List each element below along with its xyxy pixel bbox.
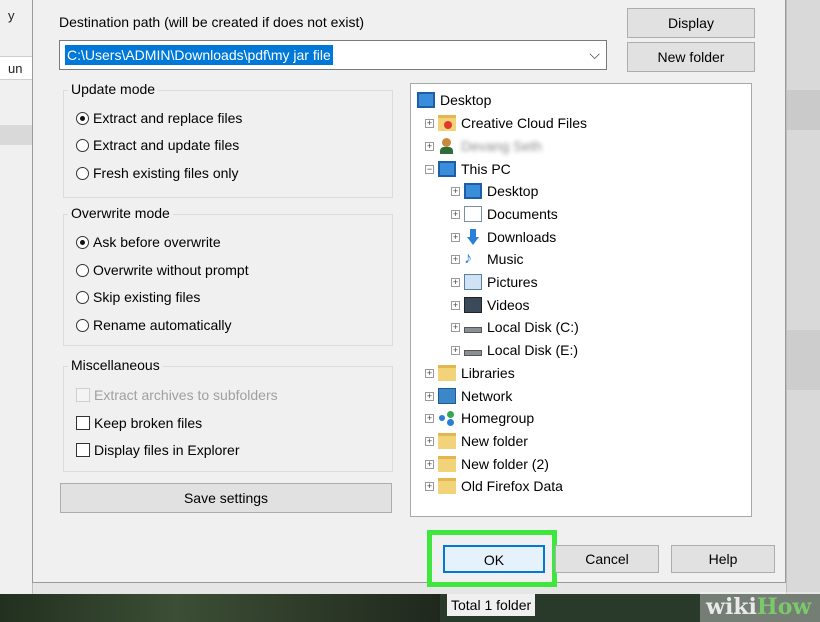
destination-path-value[interactable]: C:\Users\ADMIN\Downloads\pdf\my jar file <box>65 45 333 65</box>
disk-icon <box>464 342 482 358</box>
status-bar-text: Total 1 folder <box>447 594 536 616</box>
tree-item-local-disk-e[interactable]: + Local Disk (E:) <box>451 340 578 360</box>
tree-item-new-folder[interactable]: + New folder <box>425 431 528 451</box>
tree-item-network[interactable]: + Network <box>425 386 512 406</box>
folder-icon <box>438 456 456 472</box>
background-row <box>0 125 32 145</box>
creative-cloud-icon <box>438 115 456 131</box>
desktop-icon <box>417 92 435 108</box>
destination-path-combobox[interactable]: C:\Users\ADMIN\Downloads\pdf\my jar file… <box>59 40 607 70</box>
network-icon <box>438 388 456 404</box>
folder-icon <box>438 433 456 449</box>
save-settings-button[interactable]: Save settings <box>60 483 392 513</box>
desktop-icon <box>464 183 482 199</box>
tree-item-desktop[interactable]: Desktop <box>417 90 491 110</box>
display-button[interactable]: Display <box>627 8 755 38</box>
tree-item-videos[interactable]: + Videos <box>451 295 530 315</box>
new-folder-button[interactable]: New folder <box>627 42 755 72</box>
chevron-down-icon[interactable]: ⌵ <box>589 46 600 63</box>
expand-icon[interactable]: + <box>425 118 434 128</box>
radio-skip-existing[interactable]: Skip existing files <box>76 289 200 305</box>
downloads-icon <box>464 229 482 245</box>
collapse-icon[interactable]: − <box>425 164 434 174</box>
tree-item-homegroup[interactable]: + Homegroup <box>425 408 534 428</box>
documents-icon <box>464 206 482 222</box>
tree-item-pc-desktop[interactable]: + Desktop <box>451 181 538 201</box>
expand-icon[interactable]: + <box>451 277 460 287</box>
expand-icon[interactable]: + <box>451 254 460 264</box>
tree-item-creative-cloud[interactable]: + Creative Cloud Files <box>425 113 587 133</box>
expand-icon[interactable]: + <box>451 186 460 196</box>
user-icon <box>438 138 456 154</box>
expand-icon[interactable]: + <box>451 232 460 242</box>
videos-icon <box>464 297 482 313</box>
background-right-panel <box>786 0 820 622</box>
pictures-icon <box>464 274 482 290</box>
destination-path-label: Destination path (will be created if doe… <box>59 14 365 30</box>
expand-icon[interactable]: + <box>425 391 434 401</box>
tree-item-old-firefox-data[interactable]: + Old Firefox Data <box>425 476 563 496</box>
checkbox-keep-broken-files[interactable]: Keep broken files <box>76 415 202 431</box>
expand-icon[interactable]: + <box>425 413 434 423</box>
expand-icon[interactable]: + <box>425 436 434 446</box>
tree-item-user[interactable]: + Devang Seth <box>425 136 542 156</box>
homegroup-icon <box>438 410 456 426</box>
disk-icon <box>464 319 482 335</box>
folder-icon <box>438 478 456 494</box>
tree-item-libraries[interactable]: + Libraries <box>425 363 515 383</box>
radio-overwrite-without-prompt[interactable]: Overwrite without prompt <box>76 262 249 278</box>
tree-item-local-disk-c[interactable]: + Local Disk (C:) <box>451 317 579 337</box>
background-left-panel: y un <box>0 0 33 622</box>
checkbox-extract-archives-to-subfolders: Extract archives to subfolders <box>76 387 278 403</box>
tree-item-music[interactable]: + ♪ Music <box>451 249 524 269</box>
cancel-button[interactable]: Cancel <box>555 545 659 573</box>
radio-extract-and-update[interactable]: Extract and update files <box>76 137 239 153</box>
expand-icon[interactable]: + <box>451 209 460 219</box>
radio-extract-and-replace[interactable]: Extract and replace files <box>76 110 242 126</box>
expand-icon[interactable]: + <box>451 345 460 355</box>
tree-item-documents[interactable]: + Documents <box>451 204 558 224</box>
libraries-icon <box>438 365 456 381</box>
expand-icon[interactable]: + <box>425 368 434 378</box>
tree-item-new-folder-2[interactable]: + New folder (2) <box>425 454 549 474</box>
background-image-strip <box>0 594 820 622</box>
expand-icon[interactable]: + <box>425 481 434 491</box>
wikihow-watermark: wikiHow <box>700 592 820 622</box>
help-button[interactable]: Help <box>671 545 775 573</box>
overwrite-mode-title: Overwrite mode <box>68 205 173 221</box>
ok-button[interactable]: OK <box>443 545 545 573</box>
checkbox-display-files-in-explorer[interactable]: Display files in Explorer <box>76 442 240 458</box>
expand-icon[interactable]: + <box>451 300 460 310</box>
radio-rename-automatically[interactable]: Rename automatically <box>76 317 232 333</box>
tree-item-downloads[interactable]: + Downloads <box>451 227 556 247</box>
this-pc-icon <box>438 161 456 177</box>
background-label-1: y <box>8 8 15 23</box>
expand-icon[interactable]: + <box>425 459 434 469</box>
folder-tree[interactable]: Desktop + Creative Cloud Files + Devang … <box>410 83 752 517</box>
background-label-2: un <box>0 56 32 80</box>
update-mode-title: Update mode <box>68 81 159 97</box>
tree-item-this-pc[interactable]: − This PC <box>425 159 511 179</box>
expand-icon[interactable]: + <box>451 322 460 332</box>
radio-fresh-existing[interactable]: Fresh existing files only <box>76 165 239 181</box>
expand-icon[interactable]: + <box>425 141 434 151</box>
radio-ask-before-overwrite[interactable]: Ask before overwrite <box>76 234 221 250</box>
tree-item-pictures[interactable]: + Pictures <box>451 272 538 292</box>
music-icon: ♪ <box>464 250 472 267</box>
miscellaneous-title: Miscellaneous <box>68 357 163 373</box>
